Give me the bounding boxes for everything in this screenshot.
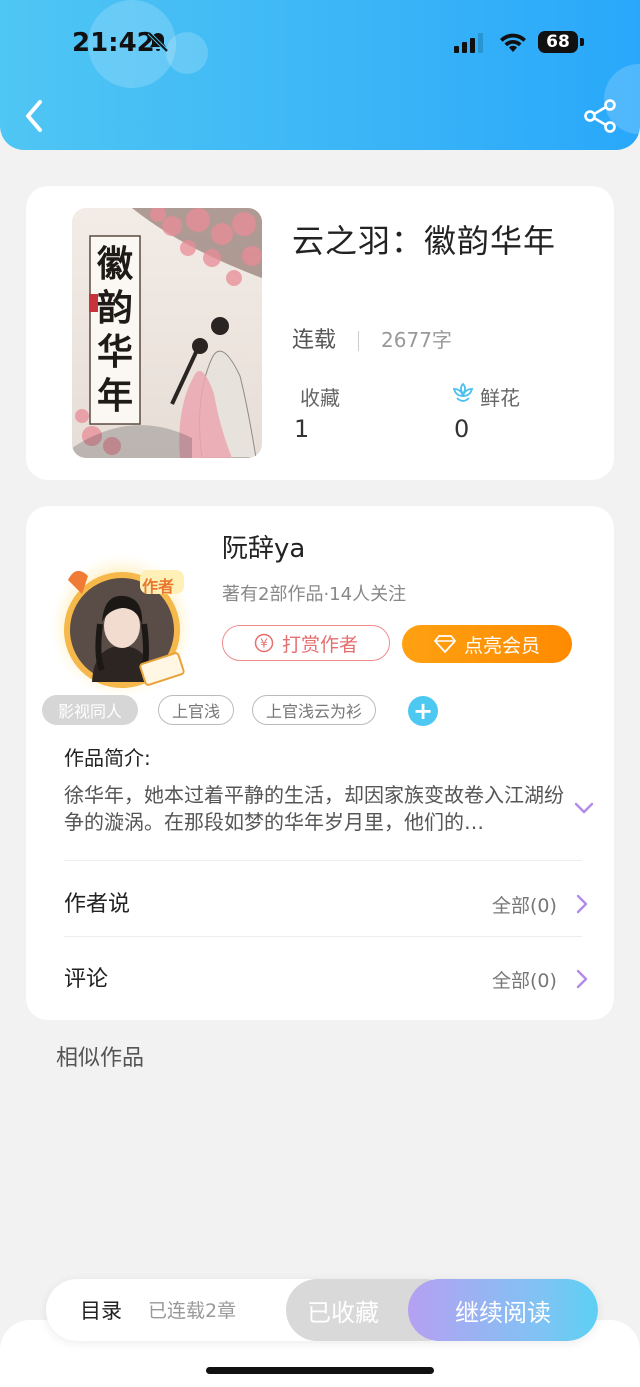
battery-tip [580, 38, 584, 46]
author-meta: 著有2部作品·14人关注 [222, 584, 407, 605]
back-button[interactable] [20, 96, 50, 136]
tip-author-label: 打赏作者 [281, 633, 358, 656]
tip-author-button[interactable]: ¥ 打赏作者 [222, 625, 390, 661]
vip-label: 点亮会员 [463, 634, 540, 657]
diamond-icon [434, 635, 456, 653]
word-count: 2677字 [381, 328, 452, 352]
author-name[interactable]: 阮辞ya [222, 528, 305, 565]
header: 21:42 68 [0, 0, 640, 150]
author-avatar[interactable]: 作者 [46, 546, 196, 698]
svg-text:韵: 韵 [97, 287, 133, 329]
collected-label: 已收藏 [307, 1298, 379, 1327]
yen-coin-icon: ¥ [254, 633, 274, 653]
comments-label[interactable]: 评论 [64, 961, 108, 993]
flower-label: 鲜花 [480, 386, 520, 410]
flower-icon[interactable] [450, 380, 476, 406]
cellular-signal-icon [454, 33, 483, 53]
collect-label: 收藏 [300, 386, 340, 410]
decor-bubble [166, 32, 208, 74]
vip-button[interactable]: 点亮会员 [402, 625, 572, 663]
share-icon[interactable] [582, 98, 618, 134]
home-indicator[interactable] [206, 1367, 434, 1374]
svg-text:¥: ¥ [260, 637, 268, 651]
author-badge: 作者 [142, 577, 175, 596]
chapter-count: 已连载2章 [148, 1300, 237, 1322]
status-time: 21:42 [72, 28, 155, 58]
flower-count: 0 [454, 415, 470, 443]
svg-text:华: 华 [97, 331, 133, 373]
toc-button[interactable]: 目录 [80, 1295, 122, 1325]
bell-muted-icon [147, 31, 169, 53]
similar-works-heading: 相似作品 [56, 1046, 145, 1071]
intro-label: 作品简介: [64, 746, 151, 770]
divider [64, 936, 582, 937]
svg-text:徽: 徽 [96, 243, 134, 285]
battery-indicator: 68 [538, 31, 578, 53]
chevron-down-icon[interactable] [572, 798, 596, 818]
add-tag-button[interactable]: + [408, 696, 438, 726]
continue-reading-button[interactable]: 继续阅读 [408, 1279, 598, 1341]
intro-text[interactable]: 徐华年，她本过着平静的生活，却因家族变故卷入江湖纷争的漩涡。在那段如梦的华年岁月… [64, 782, 564, 836]
continue-reading-label: 继续阅读 [455, 1298, 551, 1327]
tag-chip[interactable]: 上官浅云为衫 [252, 695, 376, 725]
book-cover[interactable]: 徽 韵 华 年 [72, 208, 262, 458]
bottom-action-bar: 目录 已连载2章 已收藏 继续阅读 [46, 1279, 598, 1341]
tag-chip[interactable]: 影视同人 [42, 695, 138, 725]
divider [64, 860, 582, 861]
wifi-icon [500, 33, 526, 52]
book-title: 云之羽：徽韵华年 [292, 222, 557, 260]
book-info-card: 徽 韵 华 年 云之羽：徽韵华年 连载 2677字 收藏 1 鲜花 0 [26, 186, 614, 480]
book-status-row: 连载 2677字 [292, 322, 452, 354]
author-says-count[interactable]: 全部(0) [492, 891, 557, 918]
serial-status: 连载 [292, 328, 337, 353]
chevron-right-icon[interactable] [574, 967, 590, 991]
author-says-label[interactable]: 作者说 [64, 886, 130, 918]
divider [358, 331, 360, 351]
collect-count: 1 [294, 415, 310, 443]
author-card: 作者 阮辞ya 著有2部作品·14人关注 ¥ 打赏作者 点亮会员 影视同人 上官… [26, 506, 614, 1020]
chevron-right-icon[interactable] [574, 892, 590, 916]
svg-text:年: 年 [97, 375, 133, 417]
tag-chip[interactable]: 上官浅 [158, 695, 234, 725]
comments-count[interactable]: 全部(0) [492, 966, 557, 993]
